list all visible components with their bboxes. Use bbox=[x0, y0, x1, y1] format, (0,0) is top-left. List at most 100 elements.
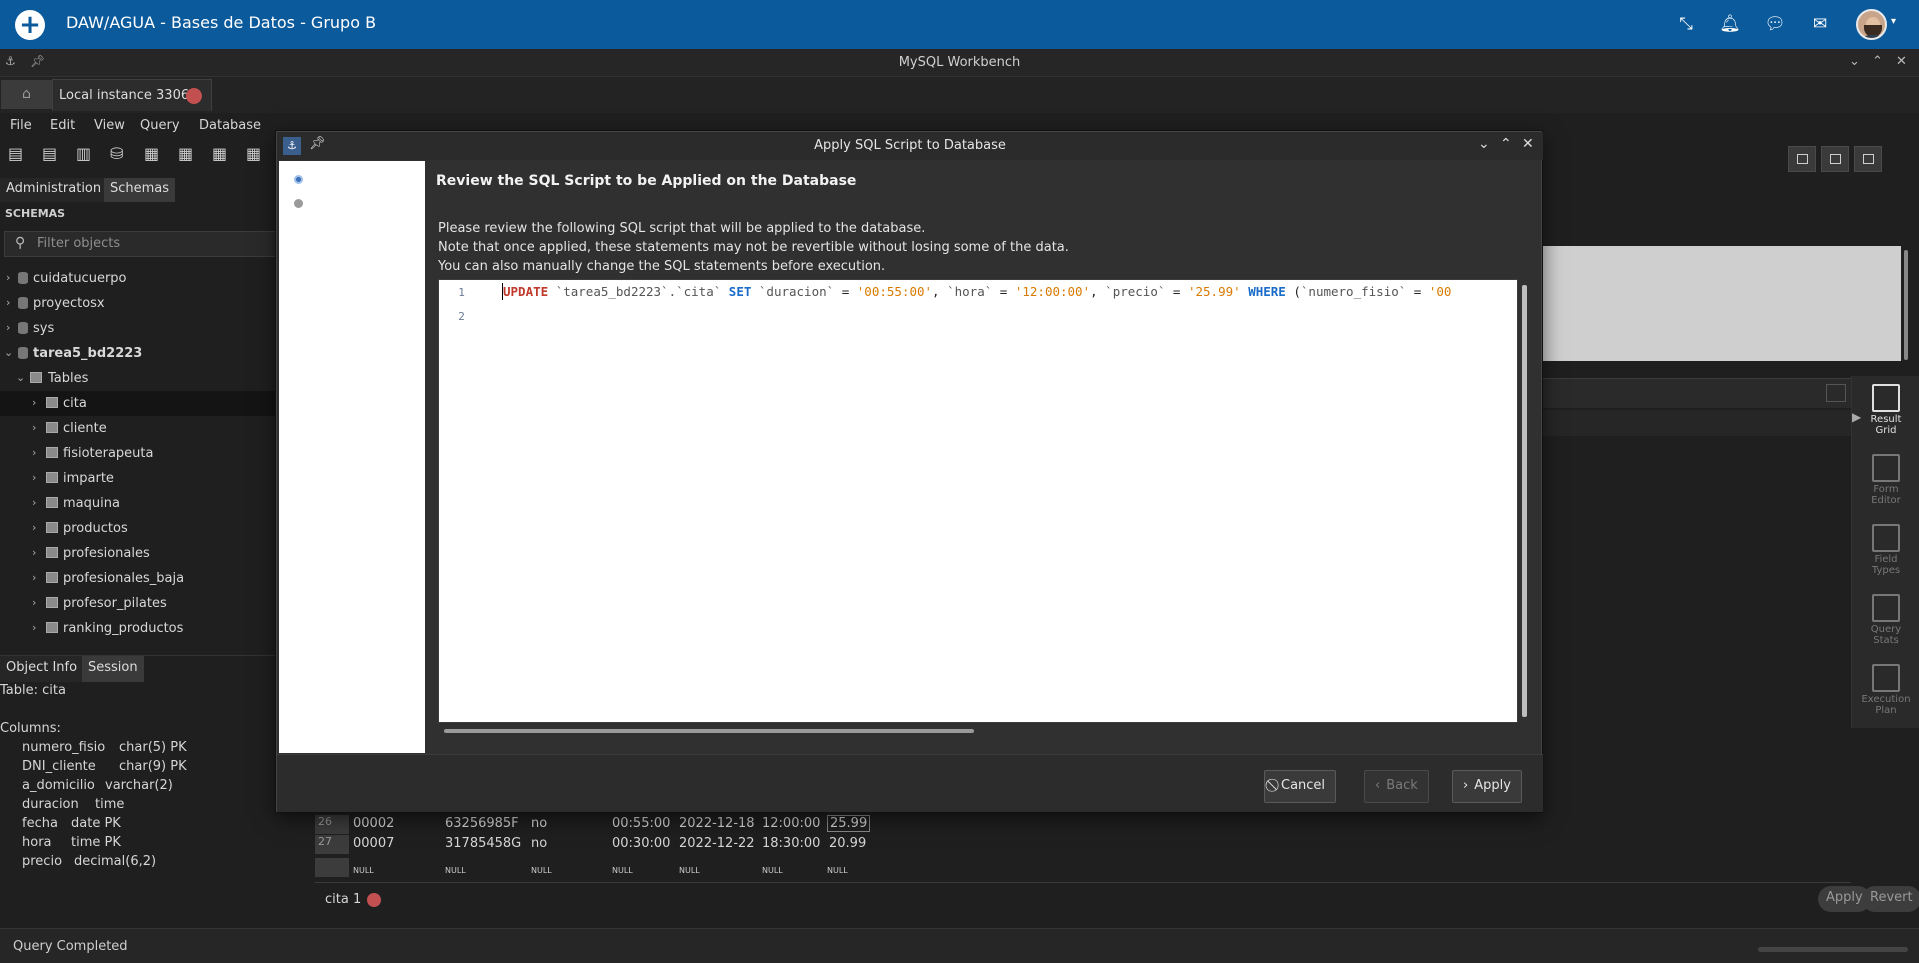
maximize-icon[interactable]: ⌃ bbox=[1500, 136, 1512, 152]
cell[interactable]: 18:30:00 bbox=[762, 836, 820, 851]
toggle-sidebar-button[interactable] bbox=[1788, 146, 1816, 172]
wrap-cell-icon[interactable] bbox=[1826, 384, 1846, 402]
chevron-right-icon[interactable]: › bbox=[32, 446, 36, 459]
null-cell[interactable]: NULL bbox=[762, 866, 783, 875]
tab-object-info[interactable]: Object Info bbox=[0, 656, 84, 682]
field-types-button[interactable]: Field Types bbox=[1852, 524, 1919, 576]
pin-icon[interactable]: 📌︎ bbox=[309, 136, 326, 151]
table-item-profesionales[interactable]: › profesionales bbox=[0, 541, 276, 566]
table-item-fisioterapeuta[interactable]: › fisioterapeuta bbox=[0, 441, 276, 466]
chevron-right-icon[interactable]: › bbox=[32, 471, 36, 484]
table-item-cliente[interactable]: › cliente bbox=[0, 416, 276, 441]
chevron-right-icon[interactable]: › bbox=[6, 271, 10, 284]
tab-session[interactable]: Session bbox=[82, 656, 144, 682]
maximize-icon[interactable]: ⌃ bbox=[1872, 54, 1883, 69]
cell[interactable]: 25.99 bbox=[827, 815, 871, 832]
cell[interactable]: 00:55:00 bbox=[612, 816, 670, 831]
cell[interactable]: 63256985F bbox=[445, 816, 519, 831]
form-editor-button[interactable]: Form Editor bbox=[1852, 454, 1919, 506]
chevron-right-icon[interactable]: › bbox=[32, 521, 36, 534]
table-item-imparte[interactable]: › imparte bbox=[0, 466, 276, 491]
chevron-down-icon[interactable]: ⌄ bbox=[4, 346, 13, 359]
cell[interactable]: 00007 bbox=[353, 836, 394, 851]
execution-plan-button[interactable]: Execution Plan bbox=[1852, 664, 1919, 716]
create-table-icon[interactable]: ▦ bbox=[144, 144, 164, 164]
chevron-right-icon[interactable]: › bbox=[6, 296, 10, 309]
chevron-right-icon[interactable]: › bbox=[6, 321, 10, 334]
cell[interactable]: 2022-12-22 bbox=[679, 836, 755, 851]
collapse-icon[interactable]: ⤡ bbox=[1674, 12, 1698, 36]
create-view-icon[interactable]: ▦ bbox=[178, 144, 198, 164]
cell[interactable]: 12:00:00 bbox=[762, 816, 820, 831]
table-item-profesionales-baja[interactable]: › profesionales_baja bbox=[0, 566, 276, 591]
tab-schemas[interactable]: Schemas bbox=[104, 178, 176, 202]
table-item-ranking-productos[interactable]: › ranking_productos bbox=[0, 616, 276, 641]
cell[interactable]: 2022-12-18 bbox=[679, 816, 755, 831]
avatar[interactable] bbox=[1856, 9, 1887, 40]
chat-icon[interactable]: 💬︎ bbox=[1763, 12, 1787, 36]
tab-administration[interactable]: Administration bbox=[0, 178, 108, 202]
chevron-down-icon[interactable]: ⌄ bbox=[16, 371, 25, 384]
minimize-icon[interactable]: ⌄ bbox=[1478, 136, 1490, 152]
menu-edit[interactable]: Edit bbox=[50, 118, 75, 133]
close-icon[interactable]: ✕ bbox=[1522, 136, 1534, 152]
chevron-right-icon[interactable]: › bbox=[32, 421, 36, 434]
null-cell[interactable]: NULL bbox=[827, 866, 848, 875]
cancel-button[interactable]: ⃠Cancel bbox=[1264, 770, 1337, 803]
close-icon[interactable] bbox=[186, 88, 202, 104]
chevron-right-icon[interactable]: › bbox=[32, 396, 36, 409]
new-sql-tab-icon[interactable]: ▤ bbox=[8, 144, 28, 164]
mail-icon[interactable]: ✉ bbox=[1808, 12, 1832, 36]
close-icon[interactable]: ✕ bbox=[1896, 54, 1907, 69]
open-sql-script-icon[interactable]: ▤ bbox=[42, 144, 62, 164]
revert-changes-button[interactable]: Revert bbox=[1862, 886, 1919, 912]
tab-local-instance[interactable]: Local instance 3306 bbox=[52, 79, 212, 111]
null-cell[interactable]: NULL bbox=[531, 866, 552, 875]
menu-file[interactable]: File bbox=[10, 118, 32, 133]
editor-scrollbar[interactable] bbox=[1904, 250, 1908, 360]
chevron-right-icon[interactable]: › bbox=[32, 546, 36, 559]
chevron-right-icon[interactable]: › bbox=[32, 621, 36, 634]
chevron-right-icon[interactable]: › bbox=[32, 596, 36, 609]
null-cell[interactable]: NULL bbox=[612, 866, 633, 875]
cell[interactable]: 20.99 bbox=[829, 836, 866, 851]
table-item-cita[interactable]: › cita bbox=[0, 391, 276, 416]
tab-cita-1[interactable]: cita 1 bbox=[315, 886, 395, 914]
create-schema-icon[interactable]: ⛁ bbox=[110, 144, 130, 164]
schema-tarea5-bd2223[interactable]: ⌄ tarea5_bd2223 bbox=[0, 341, 276, 366]
null-cell[interactable]: NULL bbox=[353, 866, 374, 875]
chevron-right-icon[interactable]: › bbox=[32, 571, 36, 584]
inspector-icon[interactable]: ▥ bbox=[76, 144, 96, 164]
home-tab[interactable]: ⌂ bbox=[1, 80, 52, 109]
cell[interactable]: 00:30:00 bbox=[612, 836, 670, 851]
sql-script-editor[interactable]: 1 2 UPDATE `tarea5_bd2223`.`cita` SET `d… bbox=[438, 279, 1518, 723]
close-icon[interactable] bbox=[367, 893, 381, 907]
cell[interactable]: no bbox=[531, 836, 547, 851]
result-grid-button[interactable]: Result Grid bbox=[1852, 384, 1919, 436]
menu-database[interactable]: Database bbox=[199, 118, 261, 133]
table-item-profesor-pilates[interactable]: › profesor_pilates bbox=[0, 591, 276, 616]
bell-icon[interactable]: 🔔︎ bbox=[1718, 12, 1742, 36]
create-procedure-icon[interactable]: ▦ bbox=[212, 144, 232, 164]
table-row[interactable]: 26 00002 63256985F no 00:55:00 2022-12-1… bbox=[315, 815, 875, 834]
null-cell[interactable]: NULL bbox=[445, 866, 466, 875]
chevron-right-icon[interactable]: › bbox=[32, 496, 36, 509]
schema-sys[interactable]: › sys bbox=[0, 316, 276, 341]
menu-query[interactable]: Query bbox=[140, 118, 180, 133]
toggle-secondary-sidebar-button[interactable] bbox=[1854, 146, 1882, 172]
editor-horizontal-scrollbar[interactable] bbox=[444, 729, 974, 733]
chevron-down-icon[interactable]: ▾ bbox=[1891, 16, 1896, 27]
table-row[interactable]: 27 00007 31785458G no 00:30:00 2022-12-2… bbox=[315, 835, 875, 854]
editor-vertical-scrollbar[interactable] bbox=[1522, 285, 1527, 717]
menu-view[interactable]: View bbox=[94, 118, 125, 133]
null-cell[interactable]: NULL bbox=[679, 866, 700, 875]
plus-icon[interactable]: + bbox=[15, 10, 45, 40]
create-function-icon[interactable]: ▦ bbox=[246, 144, 266, 164]
table-item-productos[interactable]: › productos bbox=[0, 516, 276, 541]
schema-cuidatucuerpo[interactable]: › cuidatucuerpo bbox=[0, 266, 276, 291]
apply-button[interactable]: › Apply bbox=[1452, 770, 1522, 803]
cell[interactable]: no bbox=[531, 816, 547, 831]
chevron-right-icon[interactable]: ▶ bbox=[1852, 410, 1861, 424]
sql-code-line[interactable]: UPDATE `tarea5_bd2223`.`cita` SET `durac… bbox=[503, 284, 1451, 299]
cell[interactable]: 00002 bbox=[353, 816, 394, 831]
